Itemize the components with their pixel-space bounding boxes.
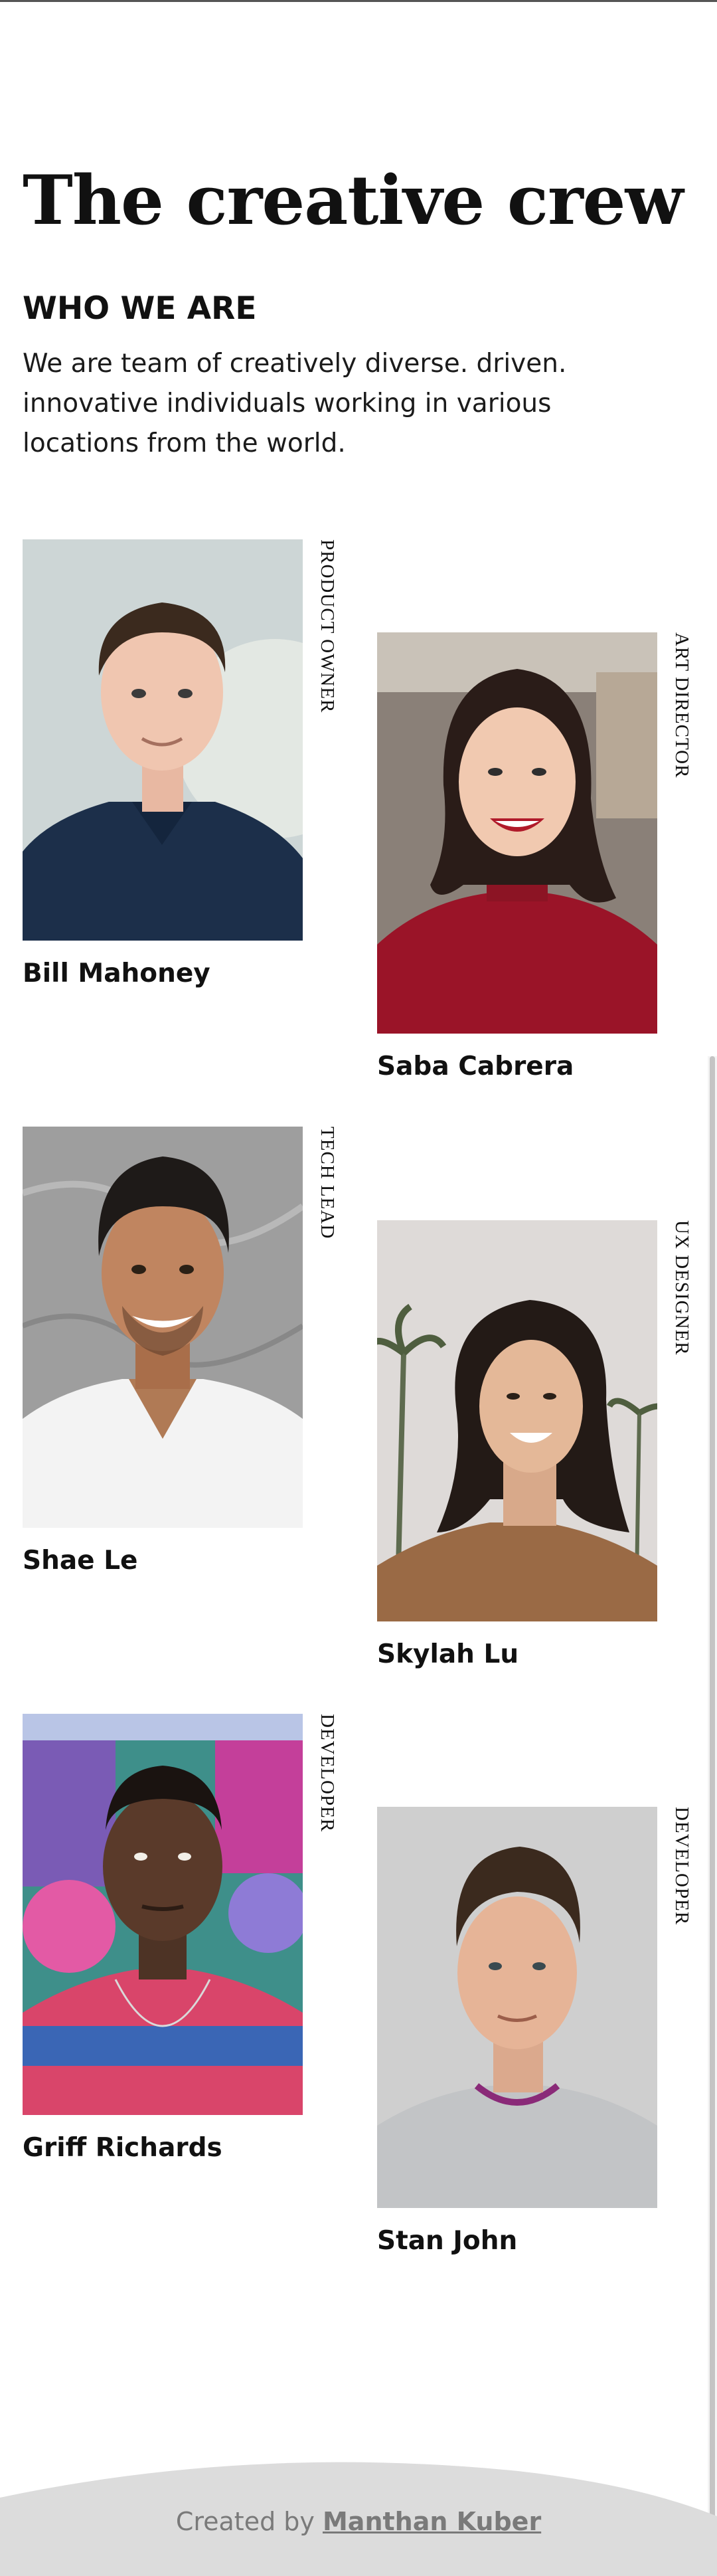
who-we-are-heading: WHO WE ARE <box>23 290 257 327</box>
member-role: TECH LEAD <box>317 1127 338 1240</box>
member-name: Shae Le <box>23 1546 138 1576</box>
scrollbar-thumb[interactable] <box>710 1056 715 2564</box>
member-role: DEVELOPER <box>317 1714 338 1833</box>
member-role: PRODUCT OWNER <box>317 539 338 713</box>
member-photo <box>23 1714 303 2115</box>
member-name: Saba Cabrera <box>377 1052 574 1081</box>
author-link[interactable]: Manthan Kuber <box>323 2507 541 2536</box>
intro-text: We are team of creatively diverse. drive… <box>23 349 567 458</box>
page-title: The creative crew <box>23 161 683 240</box>
member-role: UX DESIGNER <box>671 1220 692 1356</box>
member-role: DEVELOPER <box>671 1807 692 1926</box>
member-photo <box>23 539 303 941</box>
member-name: Skylah Lu <box>377 1639 519 1669</box>
footer-credit-prefix: Created by <box>175 2507 315 2536</box>
member-photo <box>377 1807 657 2208</box>
top-border <box>0 0 717 2</box>
footer-credit: Created by Manthan Kuber <box>0 2504 717 2539</box>
member-photo <box>377 1220 657 1621</box>
member-photo <box>23 1127 303 1528</box>
member-photo <box>377 632 657 1034</box>
member-role: ART DIRECTOR <box>671 632 692 779</box>
member-name: Bill Mahoney <box>23 959 210 988</box>
member-name: Griff Richards <box>23 2133 222 2163</box>
member-name: Stan John <box>377 2226 518 2256</box>
